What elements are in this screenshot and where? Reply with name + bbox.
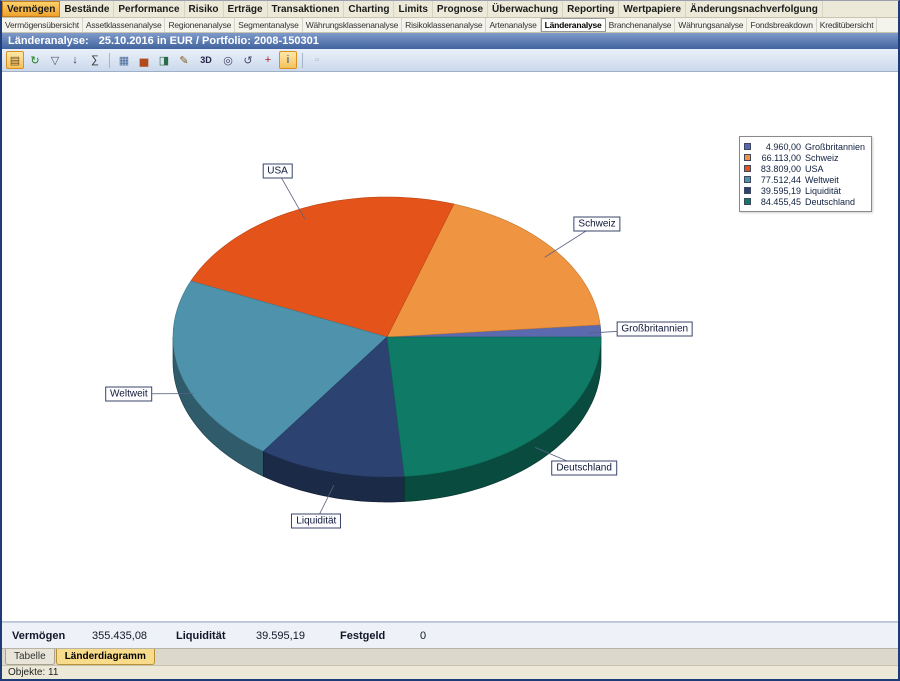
chart-legend: 4.960,00Großbritannien66.113,00Schweiz83… bbox=[739, 136, 872, 212]
sort-desc-icon[interactable]: ↓ bbox=[66, 51, 84, 69]
summary-label: Liquidität bbox=[176, 630, 232, 642]
legend-value: 66.113,00 bbox=[755, 153, 801, 163]
subtab-fondsbreakdown[interactable]: Fondsbreakdown bbox=[747, 18, 816, 32]
legend-item: 39.595,19 Liquidität bbox=[744, 185, 865, 196]
rotate-icon[interactable]: ↺ bbox=[239, 51, 257, 69]
menu-item-best-nde[interactable]: Bestände bbox=[60, 1, 114, 17]
legend-swatch bbox=[744, 165, 751, 172]
refresh-icon[interactable]: ↻ bbox=[26, 51, 44, 69]
application-window: VermögenBeständePerformanceRisikoErträge… bbox=[0, 0, 900, 681]
legend-label: Weltweit bbox=[805, 175, 839, 185]
subtab-assetklassenanalyse[interactable]: Assetklassenanalyse bbox=[83, 18, 166, 32]
summary-value: 39.595,19 bbox=[256, 630, 318, 642]
pie-label-usa[interactable]: USA bbox=[262, 163, 293, 178]
legend-label: USA bbox=[805, 164, 824, 174]
page-subtitle: 25.10.2016 in EUR / Portfolio: 2008-1503… bbox=[99, 35, 319, 47]
page-title: Länderanalyse: bbox=[8, 35, 89, 47]
status-bar: Objekte: 11 bbox=[2, 665, 898, 679]
info-icon[interactable]: i bbox=[279, 51, 297, 69]
pie-label-weltweit[interactable]: Weltweit bbox=[105, 386, 153, 401]
legend-item: 84.455,45 Deutschland bbox=[744, 196, 865, 207]
toolbar: ▤↻▽↓∑ ▦▅◨✎3D◎↺+i ▫ bbox=[2, 49, 898, 72]
menu-item-prognose[interactable]: Prognose bbox=[433, 1, 488, 17]
pie-label-schweiz[interactable]: Schweiz bbox=[573, 216, 620, 231]
legend-label: Liquidität bbox=[805, 186, 841, 196]
bottom-tab-bar: TabelleLänderdiagramm bbox=[2, 648, 898, 665]
subtab-artenanalyse[interactable]: Artenanalyse bbox=[486, 18, 540, 32]
legend-item: 83.809,00 USA bbox=[744, 163, 865, 174]
subtab-w-hrungsanalyse[interactable]: Währungsanalyse bbox=[675, 18, 747, 32]
summary-bar: Vermögen 355.435,08 Liquidität 39.595,19 Fes… bbox=[2, 622, 898, 648]
add-icon[interactable]: + bbox=[259, 51, 277, 69]
pie-label-liquidit-t[interactable]: Liquidität bbox=[291, 513, 341, 528]
legend-value: 4.960,00 bbox=[755, 142, 801, 152]
chart-edit-icon[interactable]: ✎ bbox=[175, 51, 193, 69]
pie-label-deutschland[interactable]: Deutschland bbox=[551, 461, 617, 476]
menu-bar: VermögenBeständePerformanceRisikoErträge… bbox=[2, 1, 898, 18]
menu-item-performance[interactable]: Performance bbox=[114, 1, 184, 17]
pie-slice[interactable] bbox=[387, 337, 601, 477]
subtab-segmentanalyse[interactable]: Segmentanalyse bbox=[235, 18, 303, 32]
summary-festgeld: Festgeld 0 bbox=[340, 630, 482, 642]
print-icon[interactable]: ▤ bbox=[6, 51, 24, 69]
menu-item-reporting[interactable]: Reporting bbox=[563, 1, 619, 17]
menu-item-ertr-ge[interactable]: Erträge bbox=[224, 1, 268, 17]
legend-label: Großbritannien bbox=[805, 142, 865, 152]
menu-item-transaktionen[interactable]: Transaktionen bbox=[268, 1, 345, 17]
chart-export-icon[interactable]: ◨ bbox=[155, 51, 173, 69]
subtab-branchenanalyse[interactable]: Branchenanalyse bbox=[606, 18, 676, 32]
legend-swatch bbox=[744, 198, 751, 205]
object-count: Objekte: 11 bbox=[8, 667, 58, 678]
subtab-risikoklassenanalyse[interactable]: Risikoklassenanalyse bbox=[402, 18, 486, 32]
chart-bar-icon[interactable]: ▅ bbox=[135, 51, 153, 69]
legend-swatch bbox=[744, 143, 751, 150]
summary-label: Festgeld bbox=[340, 630, 396, 642]
title-bar: Länderanalyse: 25.10.2016 in EUR / Portf… bbox=[2, 33, 898, 49]
legend-value: 77.512,44 bbox=[755, 175, 801, 185]
legend-value: 84.455,45 bbox=[755, 197, 801, 207]
legend-label: Deutschland bbox=[805, 197, 855, 207]
menu-item-nderungsnachverfolgung[interactable]: Änderungsnachverfolgung bbox=[686, 1, 823, 17]
subtab-bar: VermögensübersichtAssetklassenanalyseReg… bbox=[2, 18, 898, 33]
extra-icon: ▫ bbox=[308, 51, 326, 69]
legend-value: 83.809,00 bbox=[755, 164, 801, 174]
subtab-l-nderanalyse[interactable]: Länderanalyse bbox=[541, 18, 606, 32]
summary-liquidit-t: Liquidität 39.595,19 bbox=[176, 630, 318, 642]
zoom-icon[interactable]: ◎ bbox=[219, 51, 237, 69]
menu-item-wertpapiere[interactable]: Wertpapiere bbox=[619, 1, 686, 17]
summary-value: 0 bbox=[420, 630, 482, 642]
subtab-regionenanalyse[interactable]: Regionenanalyse bbox=[165, 18, 235, 32]
legend-value: 39.595,19 bbox=[755, 186, 801, 196]
bottom-tab-tabelle[interactable]: Tabelle bbox=[5, 649, 55, 665]
summary-label: Vermögen bbox=[12, 630, 68, 642]
menu-item-verm-gen[interactable]: Vermögen bbox=[2, 1, 60, 17]
table-view-icon[interactable]: ▦ bbox=[115, 51, 133, 69]
legend-swatch bbox=[744, 187, 751, 194]
menu-item-limits[interactable]: Limits bbox=[394, 1, 432, 17]
legend-swatch bbox=[744, 154, 751, 161]
3d-toggle-icon[interactable]: 3D bbox=[195, 51, 217, 69]
filter-icon[interactable]: ▽ bbox=[46, 51, 64, 69]
summary-value: 355.435,08 bbox=[92, 630, 154, 642]
subtab-kredit-bersicht[interactable]: Kreditübersicht bbox=[817, 18, 878, 32]
subtab-verm-gens-bersicht[interactable]: Vermögensübersicht bbox=[2, 18, 83, 32]
legend-item: 66.113,00 Schweiz bbox=[744, 152, 865, 163]
toolbar-separator bbox=[109, 53, 110, 68]
legend-swatch bbox=[744, 176, 751, 183]
toolbar-separator bbox=[302, 53, 303, 68]
legend-label: Schweiz bbox=[805, 153, 839, 163]
menu-item-risiko[interactable]: Risiko bbox=[185, 1, 224, 17]
legend-item: 77.512,44 Weltweit bbox=[744, 174, 865, 185]
sum-icon[interactable]: ∑ bbox=[86, 51, 104, 69]
menu-item-berwachung[interactable]: Überwachung bbox=[488, 1, 563, 17]
subtab-w-hrungsklassenanalyse[interactable]: Währungsklassenanalyse bbox=[303, 18, 402, 32]
pie-label-gro-britannien[interactable]: Großbritannien bbox=[616, 322, 693, 337]
menu-item-charting[interactable]: Charting bbox=[344, 1, 394, 17]
summary-verm-gen: Vermögen 355.435,08 bbox=[12, 630, 154, 642]
legend-item: 4.960,00 Großbritannien bbox=[744, 141, 865, 152]
bottom-tab-l-nderdiagramm[interactable]: Länderdiagramm bbox=[56, 649, 155, 665]
chart-area: 4.960,00Großbritannien66.113,00Schweiz83… bbox=[2, 72, 898, 622]
